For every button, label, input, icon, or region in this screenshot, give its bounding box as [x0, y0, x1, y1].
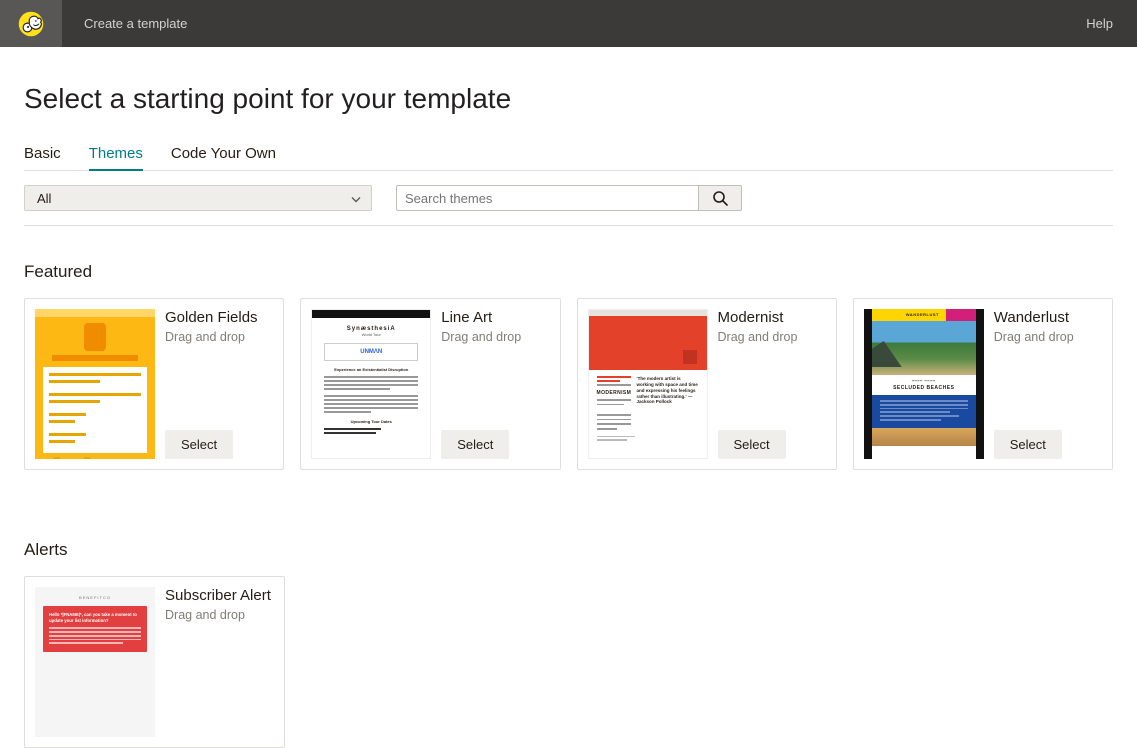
section-title-alerts: Alerts	[24, 540, 1113, 560]
template-subtitle: Drag and drop	[441, 330, 549, 344]
template-subtitle: Drag and drop	[165, 330, 273, 344]
template-title: Golden Fields	[165, 309, 273, 326]
select-button[interactable]: Select	[994, 430, 1062, 459]
tab-code-your-own[interactable]: Code Your Own	[171, 145, 276, 170]
card-info: Wanderlust Drag and drop Select	[994, 309, 1102, 459]
search-button[interactable]	[698, 185, 742, 211]
template-card-wanderlust: WANDERLUST ━━━━ ━━━━ SECLUDED BEACHES Wa…	[853, 298, 1113, 470]
template-thumb[interactable]: BENEFITCO Hello *|FNAME|*, can you take …	[35, 587, 155, 737]
template-title: Modernist	[718, 309, 826, 326]
brand-logo[interactable]	[0, 0, 62, 47]
thumb-text: 'The modern artist is working with space…	[637, 376, 699, 405]
template-subtitle: Drag and drop	[165, 608, 274, 622]
select-button[interactable]: Select	[165, 430, 233, 459]
template-title: Line Art	[441, 309, 549, 326]
featured-row: Golden Fields Drag and drop Select Synæs…	[24, 298, 1113, 470]
topbar: Create a template Help	[0, 0, 1137, 47]
alerts-row: BENEFITCO Hello *|FNAME|*, can you take …	[24, 576, 1113, 748]
card-info: Line Art Drag and drop Select	[441, 309, 549, 459]
page-title: Select a starting point for your templat…	[24, 83, 1113, 115]
chevron-down-icon	[351, 191, 361, 206]
template-card-golden-fields: Golden Fields Drag and drop Select	[24, 298, 284, 470]
search-wrap	[396, 185, 742, 211]
category-dropdown[interactable]: All	[24, 185, 372, 211]
tabs: Basic Themes Code Your Own	[24, 145, 1113, 171]
template-card-line-art: SynæsthesiA World Tour UNMΛN Experience …	[300, 298, 560, 470]
page-body: Select a starting point for your templat…	[0, 83, 1137, 748]
thumb-text: Hello *|FNAME|*, can you take a moment t…	[49, 612, 141, 623]
thumb-text: WANDERLUST	[906, 312, 939, 317]
help-link[interactable]: Help	[1086, 16, 1113, 31]
card-info: Subscriber Alert Drag and drop	[165, 587, 274, 737]
template-title: Wanderlust	[994, 309, 1102, 326]
card-info: Golden Fields Drag and drop Select	[165, 309, 273, 459]
template-subtitle: Drag and drop	[718, 330, 826, 344]
section-title-featured: Featured	[24, 262, 1113, 282]
card-info: Modernist Drag and drop Select	[718, 309, 826, 459]
template-thumb[interactable]: WANDERLUST ━━━━ ━━━━ SECLUDED BEACHES	[864, 309, 984, 459]
filter-row: All	[24, 185, 1113, 226]
topbar-title: Create a template	[84, 16, 187, 31]
template-subtitle: Drag and drop	[994, 330, 1102, 344]
thumb-text: UNMΛN	[324, 343, 418, 361]
search-input[interactable]	[396, 185, 698, 211]
tab-basic[interactable]: Basic	[24, 145, 61, 170]
template-thumb[interactable]: MODERNISM 'The modern artist is working …	[588, 309, 708, 459]
alerts-section: Alerts BENEFITCO Hello *|FNAME|*, can yo…	[24, 540, 1113, 748]
thumb-text: SECLUDED BEACHES	[872, 385, 976, 391]
thumb-text: Upcoming Tour Dates	[312, 419, 430, 424]
search-icon	[712, 190, 728, 206]
dropdown-value: All	[37, 191, 51, 206]
template-thumb[interactable]	[35, 309, 155, 459]
thumb-text: World Tour	[312, 332, 430, 337]
select-button[interactable]: Select	[441, 430, 509, 459]
template-card-modernist: MODERNISM 'The modern artist is working …	[577, 298, 837, 470]
template-thumb[interactable]: SynæsthesiA World Tour UNMΛN Experience …	[311, 309, 431, 459]
tab-themes[interactable]: Themes	[89, 145, 143, 170]
thumb-text: BENEFITCO	[43, 595, 147, 600]
template-title: Subscriber Alert	[165, 587, 274, 604]
template-card-subscriber-alert: BENEFITCO Hello *|FNAME|*, can you take …	[24, 576, 285, 748]
mailchimp-logo-icon	[17, 10, 45, 38]
thumb-text: MODERNISM	[597, 390, 631, 396]
select-button[interactable]: Select	[718, 430, 786, 459]
thumb-text: Experience an Existentialist Disruption	[312, 367, 430, 372]
